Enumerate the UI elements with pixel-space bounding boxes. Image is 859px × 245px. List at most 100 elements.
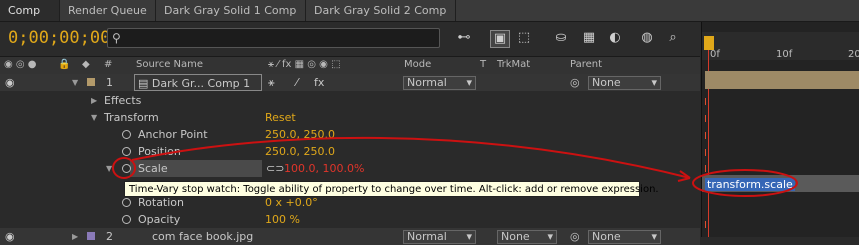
mode-value: Normal [407,230,447,243]
parent-dropdown[interactable]: None ▾ [588,230,661,244]
scale-row[interactable]: ▼ Scale ⊂⊃ 100.0, 100.0% [0,160,700,177]
scale-value[interactable]: 100.0, 100.0% [284,160,364,177]
layer-number: 1 [106,76,113,89]
composition-mini-flowchart-icon[interactable]: ⊷ [455,30,473,46]
live-update-icon[interactable]: ▣ [490,30,510,48]
anchor-point-label: Anchor Point [138,128,208,141]
expression-text[interactable]: transform.scale [705,178,795,191]
eye-icon[interactable]: ◉ [5,74,15,91]
brainstorm-icon[interactable]: ⌕ [664,30,682,46]
quality-switch-icon[interactable]: ⁄ [296,74,298,91]
column-trkmat[interactable]: TrkMat [497,59,530,70]
pickwhip-icon[interactable]: ◎ [570,74,580,91]
effects-group-row[interactable]: ▶ Effects [0,92,700,109]
keyframe-marker: I [704,148,707,159]
tab-dark-gray-solid-2[interactable]: Dark Gray Solid 2 Comp 1 [306,0,456,38]
ruler-tick-10: 10f [776,49,793,60]
column-mode[interactable]: Mode [404,59,431,70]
expand-triangle-icon[interactable]: ▶ [91,92,97,109]
layer-name: Dark Gr... Comp 1 [151,77,251,90]
expand-triangle-icon[interactable]: ▶ [72,228,78,245]
parent-value: None [592,76,621,89]
anchor-point-row[interactable]: Anchor Point 250.0, 250.0 [0,126,700,143]
position-value[interactable]: 250.0, 250.0 [265,143,335,160]
chevron-down-icon: ▾ [547,230,553,243]
column-t: T [480,59,487,70]
tab-label: Render Queue [68,4,147,17]
current-time-display[interactable]: 0;00;00;00 [8,28,110,48]
constrain-proportions-icon[interactable]: ⊂⊃ [266,160,284,177]
layer-row-2[interactable]: ◉ ▶ 2 com face book.jpg Normal ▾ None ▾ ◎ … [0,228,700,245]
frame-blending-icon[interactable]: ▦ [580,30,598,46]
transform-label: Transform [104,111,159,124]
layer-list: ◉ ▼ 1 ▤ Dark Gr... Comp 1 ⚹ ⁄ fx Normal ▾… [0,74,700,245]
trkmat-dropdown[interactable]: None ▾ [497,230,557,244]
graph-editor-icon[interactable]: ◍ [638,30,656,46]
draft-3d-icon[interactable]: ⬚ [515,30,533,46]
shy-switch-icon[interactable]: ⚹ [268,74,275,91]
scale-label: Scale [138,162,168,175]
hide-shy-layers-icon[interactable]: ⛀ [552,30,570,46]
stopwatch-icon[interactable] [122,198,131,207]
parent-dropdown[interactable]: None ▾ [588,76,661,90]
stopwatch-icon[interactable] [122,147,131,156]
effects-label: Effects [104,94,142,107]
stopwatch-icon[interactable] [122,130,131,139]
expand-triangle-icon[interactable]: ▼ [72,74,78,91]
pickwhip-icon[interactable]: ◎ [570,228,580,245]
mode-dropdown[interactable]: Normal ▾ [403,76,476,90]
column-source-name[interactable]: Source Name [136,59,203,70]
tab-dark-gray-solid-1[interactable]: Dark Gray Solid 1 Comp 1 [156,0,306,38]
keyframe-marker: I [704,114,707,125]
label-icon: ◆ [82,59,90,70]
current-time-indicator[interactable] [704,36,714,50]
parent-value: None [592,230,621,243]
layer-duration-bar[interactable] [705,71,859,89]
trkmat-value: None [501,230,530,243]
label-color-swatch[interactable] [87,78,95,86]
stopwatch-icon[interactable] [122,215,131,224]
opacity-row[interactable]: Opacity 100 % [0,211,700,228]
chevron-down-icon: ▾ [651,76,657,89]
reset-link[interactable]: Reset [265,109,296,126]
keyframe-marker: I [704,131,707,142]
opacity-value[interactable]: 100 % [265,211,300,228]
position-label: Position [138,145,181,158]
effects-switch-icon[interactable]: fx [314,74,324,91]
tab-comp-1[interactable]: Comp 1✕ [0,0,60,38]
layer-name[interactable]: com face book.jpg [152,228,253,245]
eye-icon[interactable]: ◉ [5,228,15,245]
ruler-tick-20: 20 [848,49,859,60]
search-icon: ⚲ [112,31,121,45]
expand-triangle-icon[interactable]: ▼ [91,109,97,126]
stopwatch-icon[interactable] [122,164,131,173]
layer-row-1[interactable]: ◉ ▼ 1 ▤ Dark Gr... Comp 1 ⚹ ⁄ fx Normal ▾… [0,74,700,91]
transform-group-row[interactable]: ▼ Transform Reset [0,109,700,126]
tab-bar: Comp 1✕ Render Queue Dark Gray Solid 1 C… [0,0,859,38]
layer-column-header: ◉ ◎ ● 🔒 ◆ # Source Name ⚹ ⁄ fx ▦ ◎ ◉ ⬚ M… [0,56,700,75]
chevron-down-icon: ▾ [651,230,657,243]
av-features-icon: ◉ ◎ ● [4,59,37,70]
keyframe-marker: I [704,164,707,175]
keyframe-marker: I [704,220,707,231]
search-input[interactable]: ⚲ [107,28,440,48]
mode-value: Normal [407,76,447,89]
chevron-down-icon: ▾ [466,230,472,243]
anchor-point-value[interactable]: 250.0, 250.0 [265,126,335,143]
timeline-panel[interactable]: 0f 10f 20 I I I I I I transform.scale [701,22,859,237]
tab-render-queue[interactable]: Render Queue [60,0,156,21]
column-number: # [104,59,113,70]
motion-blur-icon[interactable]: ◐ [606,30,624,46]
mode-dropdown[interactable]: Normal ▾ [403,230,476,244]
chevron-down-icon: ▾ [466,76,472,89]
time-ruler[interactable]: 0f 10f 20 [702,32,859,60]
column-parent[interactable]: Parent [570,59,602,70]
expand-triangle-icon[interactable]: ▼ [106,160,112,177]
position-row[interactable]: Position 250.0, 250.0 [0,143,700,160]
label-color-swatch[interactable] [87,232,95,240]
comp-icon: ▤ [138,77,149,90]
layer-name-field[interactable]: ▤ Dark Gr... Comp 1 [134,74,262,91]
layer-number: 2 [106,230,113,243]
ruler-tick-0: 0f [710,49,720,60]
opacity-label: Opacity [138,213,181,226]
